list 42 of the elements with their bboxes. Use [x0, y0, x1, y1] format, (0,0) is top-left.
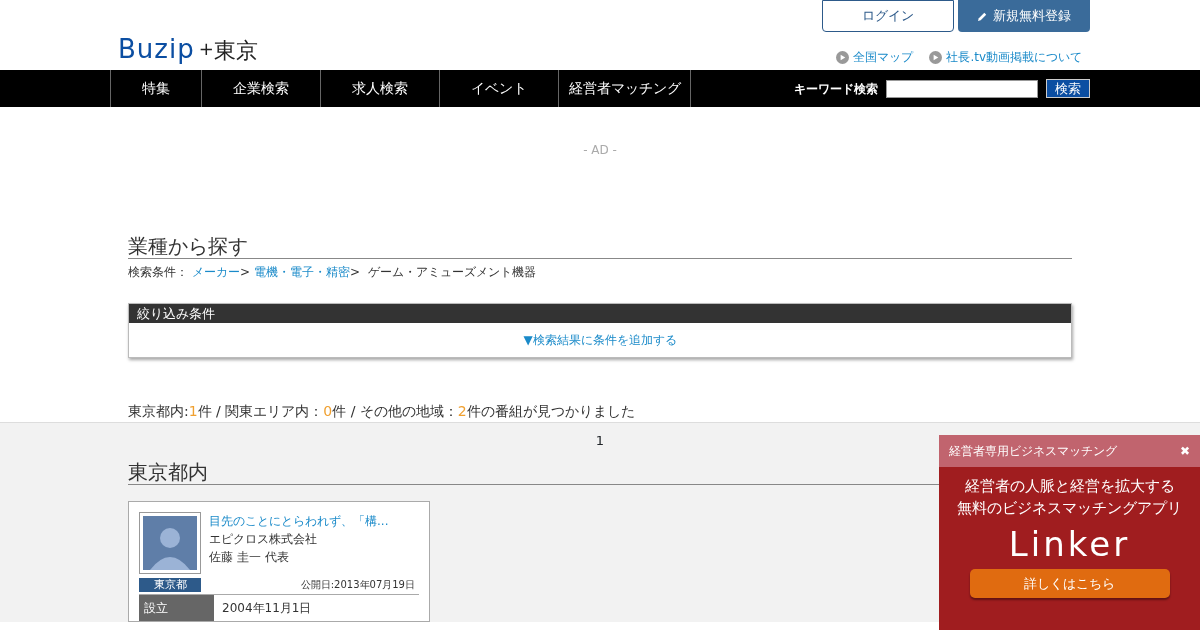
region-title: 東京: [213, 40, 258, 62]
header-link[interactable]: 全国マップ: [836, 48, 914, 66]
nav-item[interactable]: イベント: [439, 70, 558, 107]
play-icon: [836, 50, 850, 64]
register-button[interactable]: 新規無料登録: [958, 0, 1090, 32]
breadcrumb-separator: >: [240, 265, 251, 279]
header-link[interactable]: 社長.tv動画掲載について: [929, 48, 1082, 66]
page-link[interactable]: 1: [595, 432, 605, 448]
popup-text: 無料のビジネスマッチングアプリ: [957, 498, 1182, 519]
login-button[interactable]: ログイン: [822, 0, 954, 32]
play-icon: [929, 50, 943, 64]
pencil-icon: [977, 11, 988, 23]
representative-name: 佐藤 圭一 代表: [209, 549, 290, 566]
breadcrumb-link[interactable]: メーカー: [192, 265, 240, 279]
nav-item[interactable]: 特集: [110, 70, 201, 107]
filter-toggle-link[interactable]: ▼検索結果に条件を追加する: [523, 333, 677, 347]
search-button[interactable]: 検索: [1046, 79, 1090, 98]
breadcrumb-current: ゲーム・アミューズメント機器: [368, 265, 537, 279]
filter-title: 絞り込み条件: [129, 304, 1071, 323]
row-value: 2004年11月1日: [221, 600, 313, 617]
nav-item[interactable]: 企業検索: [201, 70, 320, 107]
company-name: エピクロス株式会社: [209, 531, 318, 548]
popup-title: 経営者専用ビジネスマッチング: [949, 443, 1117, 460]
breadcrumb-separator: >: [350, 265, 361, 279]
avatar-silhouette: [143, 516, 197, 570]
breadcrumb-link[interactable]: 電機・電子・精密: [254, 265, 351, 279]
row-label: 設立: [139, 595, 214, 621]
region-badge: 東京都: [139, 578, 201, 592]
result-summary: 東京都内:1件 / 関東エリア内：0件 / その他の地域：2件の番組が見つかりました: [128, 401, 636, 421]
nav-item[interactable]: 経営者マッチング: [558, 70, 691, 107]
search-label: キーワード検索: [794, 80, 878, 98]
logo-text[interactable]: Buzip: [118, 36, 195, 62]
app-logo: Linker: [1008, 527, 1131, 561]
card-title-link[interactable]: 目先のことにとらわれず、「構...: [209, 512, 419, 530]
logo-plus: +: [198, 37, 214, 61]
ad-label: - AD -: [583, 143, 617, 157]
breadcrumb-label: 検索条件：: [128, 265, 188, 279]
nav-item[interactable]: 求人検索: [320, 70, 439, 107]
close-button[interactable]: ✖: [1179, 442, 1190, 460]
section-title: 業種から探す: [128, 232, 1072, 259]
keyword-field[interactable]: [886, 79, 1038, 98]
publish-date: 公開日:2013年07月19日: [299, 578, 416, 592]
